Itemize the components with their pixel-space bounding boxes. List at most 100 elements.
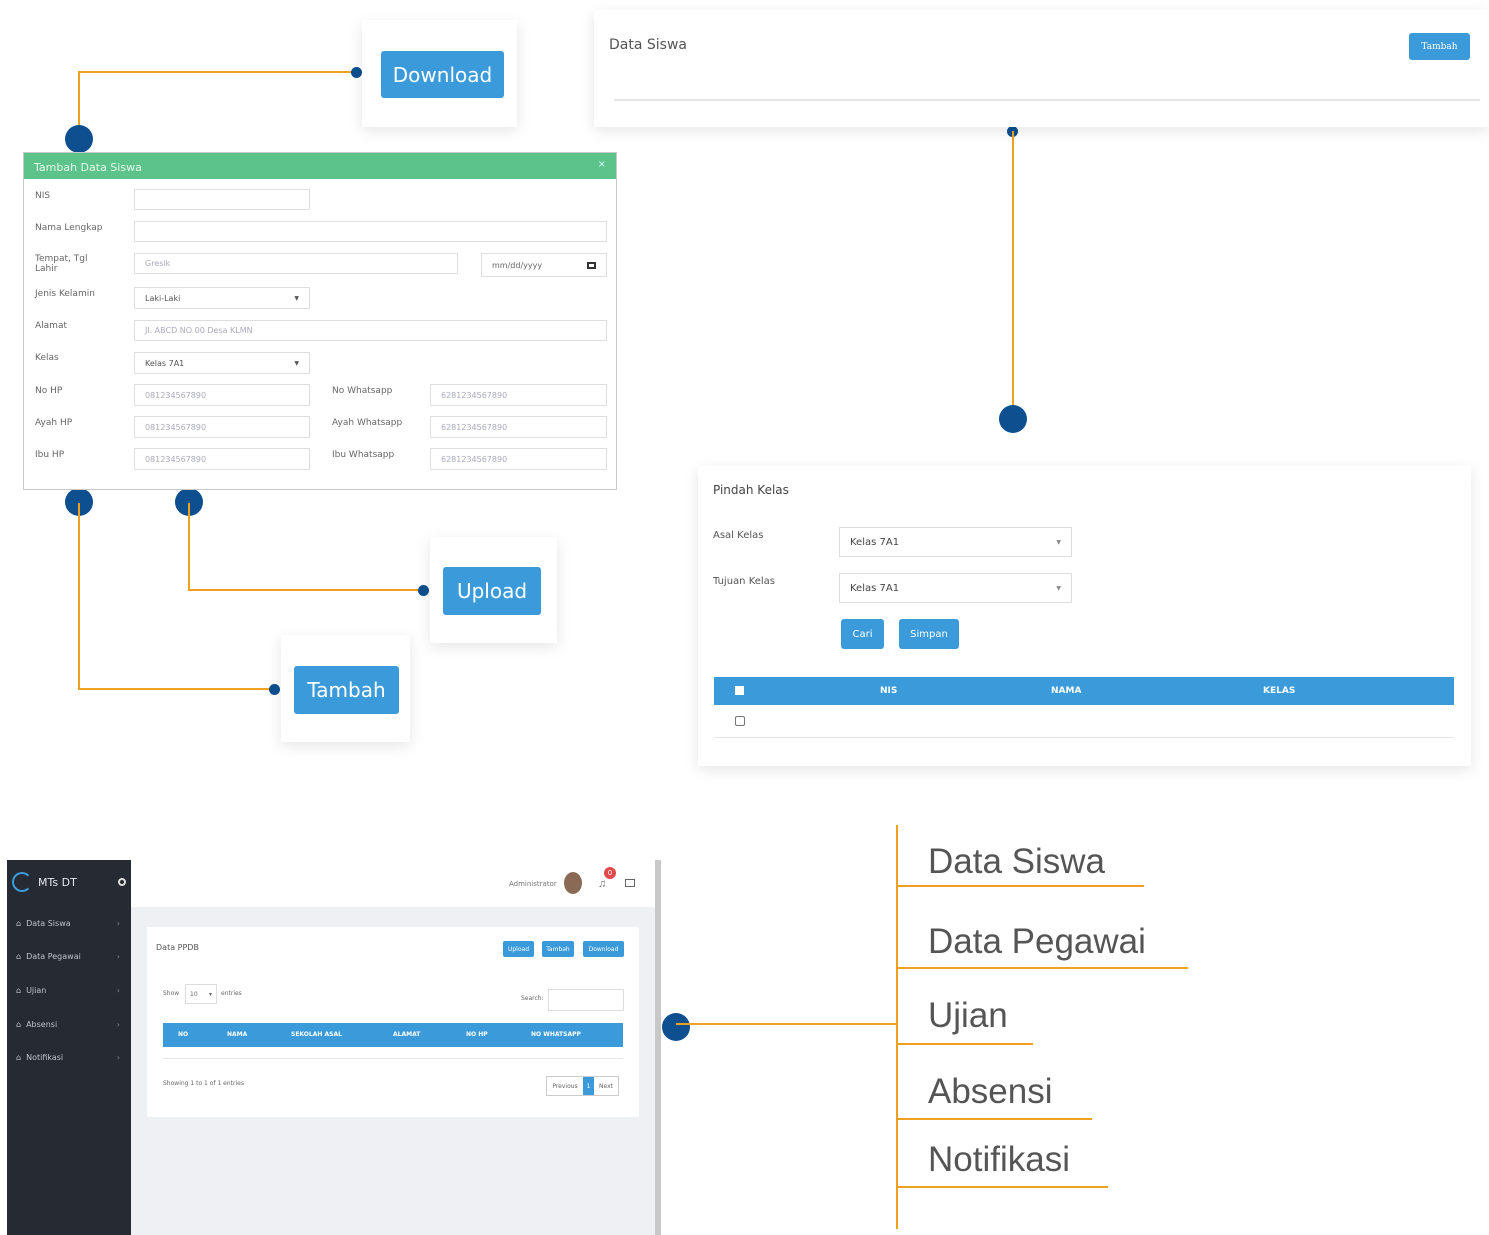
ayahhp-input[interactable]: 081234567890: [134, 416, 310, 438]
toggle-icon[interactable]: [118, 878, 126, 886]
notification-badge: 0: [604, 867, 616, 879]
th-nama: NAMA: [227, 1031, 248, 1038]
download-button[interactable]: Download: [381, 51, 504, 98]
sidebar-item-data-pegawai[interactable]: ⌂ Data Pegawai ›: [16, 952, 120, 961]
brand: MTs DT: [12, 872, 126, 892]
sidebar-item-ujian[interactable]: ⌂ Ujian ›: [16, 986, 120, 995]
entries-select[interactable]: 10 ▾: [185, 984, 217, 1004]
chevron-right-icon: ›: [116, 1053, 120, 1062]
chevron-right-icon: ›: [116, 952, 120, 961]
tambah-callout-card: Tambah: [281, 635, 410, 742]
showing-info: Showing 1 to 1 of 1 entries: [163, 1080, 244, 1087]
show-label: Show: [163, 990, 180, 997]
th-nowhatsapp: NO WHATSAPP: [531, 1031, 581, 1038]
ayahwa-input[interactable]: 6281234567890: [430, 416, 607, 438]
sidebar-item-label: Ujian: [26, 986, 47, 995]
tambah-small-button[interactable]: Tambah: [542, 941, 574, 957]
search-label: Search:: [521, 995, 544, 1002]
tambah-data-siswa-modal: Tambah Data Siswa × NIS Nama Lengkap Tem…: [23, 152, 617, 490]
label-alamat: Alamat: [35, 321, 67, 331]
home-icon: ⌂: [16, 1020, 22, 1029]
dashboard-screenshot: MTs DT ⌂ Data Siswa › ⌂ Data Pegawai › ⌂ Ujia…: [7, 860, 661, 1235]
sidebar-item-label: Notifikasi: [26, 1053, 64, 1062]
brand-name: MTs DT: [38, 875, 77, 889]
chevron-down-icon: ▼: [294, 359, 299, 367]
download-small-button[interactable]: Download: [583, 941, 624, 957]
chevron-right-icon: ›: [116, 986, 120, 995]
chevron-down-icon: ▼: [1056, 584, 1061, 592]
previous-button[interactable]: Previous: [547, 1077, 583, 1095]
avatar[interactable]: [564, 872, 582, 894]
asal-kelas-select[interactable]: Kelas 7A1 ▼: [839, 527, 1072, 557]
label-ayahwa: Ayah Whatsapp: [332, 418, 403, 428]
sidebar-item-data-siswa[interactable]: ⌂ Data Siswa ›: [16, 919, 120, 928]
sidebar-item-absensi[interactable]: ⌂ Absensi ›: [16, 1020, 120, 1029]
nohp-input[interactable]: 081234567890: [134, 384, 310, 406]
ibuwa-input[interactable]: 6281234567890: [430, 448, 607, 470]
select-all-checkbox[interactable]: [735, 686, 744, 695]
th-nis: NIS: [880, 686, 898, 696]
data-siswa-tambah-button[interactable]: Tambah: [1409, 33, 1470, 60]
pindah-kelas-title: Pindah Kelas: [713, 483, 789, 497]
mail-icon[interactable]: [625, 879, 635, 887]
pindah-kelas-table-header: NIS NAMA KELAS: [714, 677, 1454, 705]
entries-value: 10: [190, 990, 198, 998]
search-input[interactable]: [548, 989, 624, 1011]
close-icon[interactable]: ×: [598, 159, 606, 170]
home-icon: ⌂: [16, 952, 22, 961]
ibuhp-input[interactable]: 081234567890: [134, 448, 310, 470]
nama-input[interactable]: [134, 221, 607, 242]
home-icon: ⌂: [16, 919, 22, 928]
tanggal-lahir-input[interactable]: mm/dd/yyyy: [481, 253, 607, 277]
tujuan-kelas-label: Tujuan Kelas: [713, 576, 776, 587]
th-nohp: NO HP: [466, 1031, 488, 1038]
topbar: Administrator ♫ 0: [131, 860, 661, 907]
modal-header: Tambah Data Siswa ×: [24, 153, 616, 179]
tujuan-kelas-value: Kelas 7A1: [850, 582, 900, 594]
pagination: Previous 1 Next: [546, 1076, 619, 1096]
label-kelas: Kelas: [35, 353, 59, 363]
label-ttl: Tempat, Tgl Lahir: [35, 254, 88, 274]
data-siswa-title: Data Siswa: [609, 37, 687, 53]
menu-item-data-siswa: Data Siswa: [928, 842, 1106, 881]
table-row: [163, 1047, 623, 1059]
label-ibuwa: Ibu Whatsapp: [332, 450, 395, 460]
nis-input[interactable]: [134, 189, 310, 210]
label-ibuhp: Ibu HP: [35, 450, 65, 460]
jenis-kelamin-select[interactable]: Laki-Laki ▼: [134, 287, 310, 309]
divider: [614, 99, 1480, 101]
menu-item-absensi: Absensi: [928, 1072, 1053, 1111]
sidebar-item-label: Absensi: [26, 1020, 58, 1029]
asal-kelas-label: Asal Kelas: [713, 530, 764, 541]
upload-small-button[interactable]: Upload: [503, 941, 534, 957]
bell-icon[interactable]: ♫: [598, 878, 606, 890]
upload-button[interactable]: Upload: [443, 567, 541, 615]
th-kelas: KELAS: [1263, 686, 1296, 696]
kelas-select[interactable]: Kelas 7A1 ▼: [134, 352, 310, 374]
calendar-icon[interactable]: [587, 261, 596, 269]
entries-label: entries: [221, 990, 242, 997]
admin-name: Administrator: [509, 880, 557, 888]
alamat-input[interactable]: Jl. ABCD NO 00 Desa KLMN: [134, 320, 607, 341]
th-nama: NAMA: [1051, 686, 1082, 696]
sidebar-item-notifikasi[interactable]: ⌂ Notifikasi ›: [16, 1053, 120, 1062]
tambah-button[interactable]: Tambah: [294, 666, 399, 714]
th-sekolah-asal: SEKOLAH ASAL: [291, 1031, 342, 1038]
next-button[interactable]: Next: [594, 1077, 618, 1095]
tempat-lahir-input[interactable]: Gresik: [134, 253, 458, 274]
chevron-right-icon: ›: [116, 1020, 120, 1029]
th-no: NO: [178, 1031, 189, 1038]
page-1-button[interactable]: 1: [583, 1077, 594, 1095]
sidebar-item-label: Data Pegawai: [26, 952, 81, 961]
chevron-down-icon: ▾: [208, 990, 212, 998]
cari-button[interactable]: Cari: [841, 619, 884, 649]
label-nis: NIS: [35, 191, 51, 201]
tujuan-kelas-select[interactable]: Kelas 7A1 ▼: [839, 573, 1072, 603]
simpan-button[interactable]: Simpan: [899, 619, 959, 649]
row-checkbox[interactable]: [735, 716, 745, 726]
modal-title: Tambah Data Siswa: [34, 161, 142, 174]
nowa-input[interactable]: 6281234567890: [430, 384, 607, 406]
scrollbar[interactable]: [655, 860, 661, 1235]
kelas-value: Kelas 7A1: [145, 358, 185, 368]
menu-item-notifikasi: Notifikasi: [928, 1140, 1070, 1179]
